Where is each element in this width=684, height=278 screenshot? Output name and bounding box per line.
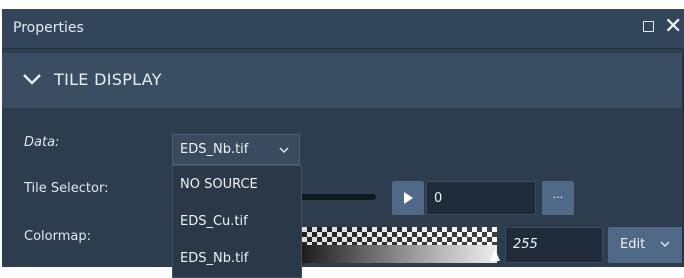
dropdown-option-eds-nb[interactable]: EDS_Nb.tif: [173, 241, 301, 277]
colormap-max-marker[interactable]: [490, 249, 500, 261]
colormap-preview[interactable]: [302, 227, 500, 263]
tile-index-input[interactable]: 0: [426, 181, 536, 215]
data-dropdown-list: NO SOURCE EDS_Cu.tif EDS_Nb.tif: [172, 165, 302, 278]
colormap-max-value: 255: [513, 237, 538, 252]
tile-selector-label: Tile Selector:: [24, 181, 109, 196]
edit-label: Edit: [620, 237, 646, 252]
properties-panel: Properties ✕ TILE DISPLAY Data: Tile Sel…: [2, 9, 684, 278]
tile-index-value: 0: [434, 191, 443, 206]
close-icon[interactable]: ✕: [664, 15, 682, 39]
tile-selector-slider[interactable]: [302, 194, 376, 200]
chevron-down-icon[interactable]: [22, 71, 42, 87]
chevron-down-icon: [279, 147, 289, 154]
more-options-button[interactable]: ...: [542, 181, 574, 215]
dropdown-option-eds-cu[interactable]: EDS_Cu.tif: [173, 204, 301, 240]
section-title: TILE DISPLAY: [54, 70, 162, 89]
dropdown-option-no-source[interactable]: NO SOURCE: [173, 167, 301, 203]
colormap-label: Colormap:: [24, 229, 91, 244]
chevron-down-icon: [660, 241, 670, 248]
play-icon: [404, 192, 413, 204]
data-select-value: EDS_Nb.tif: [180, 142, 249, 157]
data-select[interactable]: EDS_Nb.tif: [172, 134, 300, 165]
tile-display-section-header[interactable]: TILE DISPLAY: [2, 53, 684, 108]
maximize-icon[interactable]: [643, 21, 654, 32]
colormap-checker-strip: [302, 227, 497, 245]
panel-titlebar: Properties ✕: [2, 9, 684, 49]
play-button[interactable]: [392, 181, 424, 215]
panel-title: Properties: [13, 20, 84, 36]
data-label: Data:: [24, 135, 60, 150]
colormap-edit-button[interactable]: Edit: [608, 227, 684, 263]
colormap-max-input[interactable]: 255: [505, 227, 603, 263]
